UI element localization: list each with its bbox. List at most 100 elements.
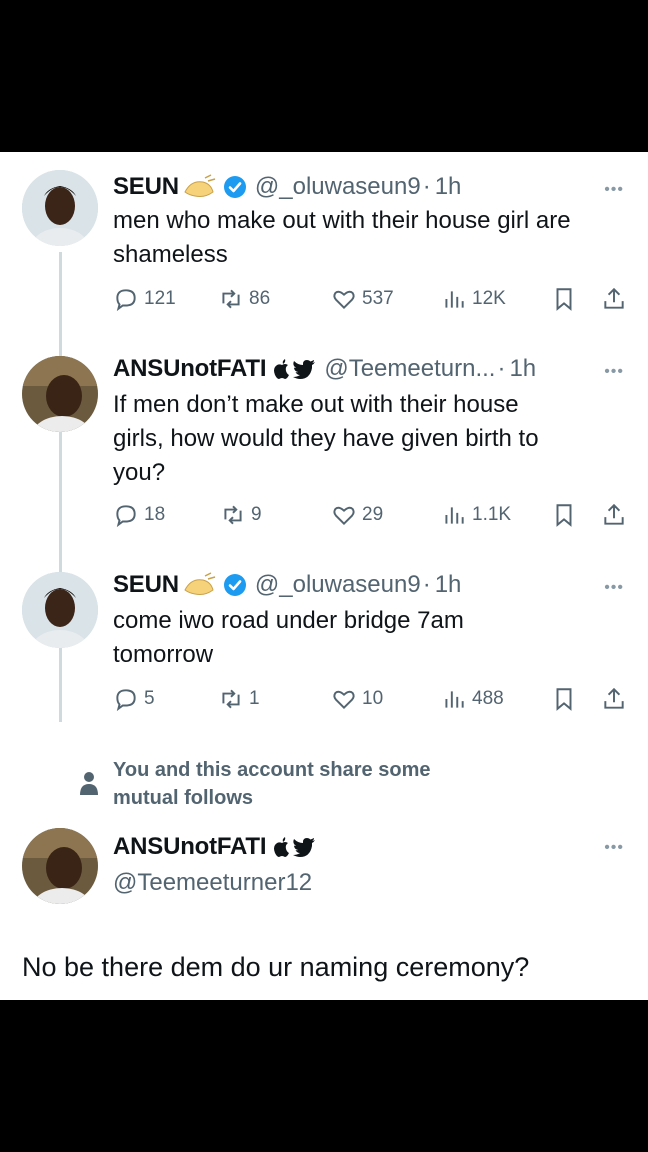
separator: · [497,355,506,382]
author-handle[interactable]: @Teemeeturn... [324,355,495,383]
tweet-1-header: SEUN @_oluwaseun9 · 1h [113,170,461,204]
more-options-icon[interactable]: ••• [604,580,624,596]
like-count: 537 [362,288,394,309]
tweet-3-actions: 5 1 10 488 [113,684,633,714]
heart-icon [333,690,355,710]
views-button[interactable]: 1.1K [441,500,511,530]
verified-badge-icon [223,574,246,596]
reply-count: 18 [144,504,166,525]
heart-icon [333,506,355,526]
tweet-text-line: men who make out with their house girl a… [113,207,571,234]
views-chart-icon [445,691,464,708]
person-icon [80,772,98,795]
reply-draft-text[interactable]: No be there dem do ur naming ceremony? [22,952,529,983]
reply-icon [116,689,136,712]
share-icon[interactable] [601,502,627,528]
timestamp[interactable]: 1h [509,355,536,383]
avatar-seun[interactable] [22,170,98,246]
tweet-1-text: men who make out with their house girl a… [113,204,623,272]
view-count: 488 [472,688,504,709]
views-chart-icon [445,507,464,524]
reply-target-handle[interactable]: @Teemeeturner12 [113,866,623,900]
repost-count: 86 [249,288,271,309]
tweet-2-header: ANSUnotFATI @Teemeeturn... · 1h [113,352,536,386]
author-name[interactable]: ANSUnotFATI [113,355,267,383]
author-name[interactable]: SEUN [113,173,179,201]
like-button[interactable]: 10 [331,684,383,714]
view-count: 12K [472,288,506,309]
timestamp[interactable]: 1h [435,173,462,201]
hand-wave-emoji-icon [184,572,216,595]
apple-logo-icon [274,359,290,379]
heart-icon [333,290,355,310]
more-options-icon[interactable]: ••• [604,182,624,198]
reply-thread-card: SEUN @_oluwaseun9 · 1h ••• men who make … [0,152,648,1000]
reply-target-header: ANSUnotFATI [113,830,316,864]
avatar-seun[interactable] [22,572,98,648]
reply-count: 121 [144,288,176,309]
share-icon[interactable] [601,286,627,312]
views-chart-icon [445,291,464,308]
separator: · [422,571,431,598]
profile-badges [272,358,316,380]
tweet-3-header: SEUN @_oluwaseun9 · 1h [113,568,461,602]
tweet-text-line: come iwo road under bridge 7am [113,607,464,634]
bookmark-icon[interactable] [551,286,577,312]
tweet-text-line: you? [113,459,166,486]
bird-logo-icon [293,838,316,857]
repost-icon [224,505,242,525]
author-handle[interactable]: @_oluwaseun9 [255,571,421,599]
reply-icon [116,289,136,312]
tweet-text-line: shameless [113,241,228,268]
views-button[interactable]: 488 [441,684,504,714]
apple-logo-icon [274,837,290,857]
thread-line [59,252,62,722]
bookmark-icon[interactable] [551,502,577,528]
avatar-seun-image [22,170,98,246]
views-button[interactable]: 12K [441,284,506,314]
author-name[interactable]: ANSUnotFATI [113,833,267,861]
author-name[interactable]: SEUN [113,571,179,599]
like-button[interactable]: 29 [331,500,383,530]
bookmark-icon[interactable] [551,686,577,712]
reply-icon [116,505,136,528]
repost-icon [222,689,240,709]
separator: · [422,173,431,200]
tweet-1-actions: 121 86 537 12K [113,284,633,314]
more-options-icon[interactable]: ••• [604,840,624,856]
avatar-ansunotfati-image [22,356,98,432]
reply-button[interactable]: 5 [113,684,155,714]
like-count: 10 [362,688,384,709]
mutual-follows-notice: You and this account share some mutual f… [113,756,430,812]
author-handle[interactable]: @_oluwaseun9 [255,173,421,201]
tweet-text-line: If men don’t make out with their house [113,391,519,418]
more-options-icon[interactable]: ••• [604,364,624,380]
repost-button[interactable]: 9 [220,500,262,530]
repost-count: 9 [251,504,262,525]
hand-wave-emoji-icon [184,174,216,197]
tweet-3-text: come iwo road under bridge 7am tomorrow [113,604,623,672]
avatar-ansunotfati-image [22,828,98,904]
mutual-notice-line: mutual follows [113,787,253,809]
reply-button[interactable]: 18 [113,500,165,530]
profile-badges [272,836,316,858]
avatar-ansunotfati[interactable] [22,356,98,432]
bird-logo-icon [293,360,316,379]
tweet-text-line: tomorrow [113,641,214,668]
reply-count: 5 [144,688,155,709]
like-button[interactable]: 537 [331,284,394,314]
repost-count: 1 [249,688,260,709]
repost-icon [222,289,240,309]
view-count: 1.1K [472,504,512,525]
reply-button[interactable]: 121 [113,284,176,314]
avatar-ansunotfati[interactable] [22,828,98,904]
repost-button[interactable]: 1 [218,684,260,714]
share-icon[interactable] [601,686,627,712]
timestamp[interactable]: 1h [435,571,462,599]
avatar-seun-image [22,572,98,648]
verified-badge-icon [223,176,246,198]
repost-button[interactable]: 86 [218,284,270,314]
tweet-text-line: girls, how would they have given birth t… [113,425,539,452]
tweet-2-actions: 18 9 29 1.1K [113,500,633,530]
like-count: 29 [362,504,384,525]
